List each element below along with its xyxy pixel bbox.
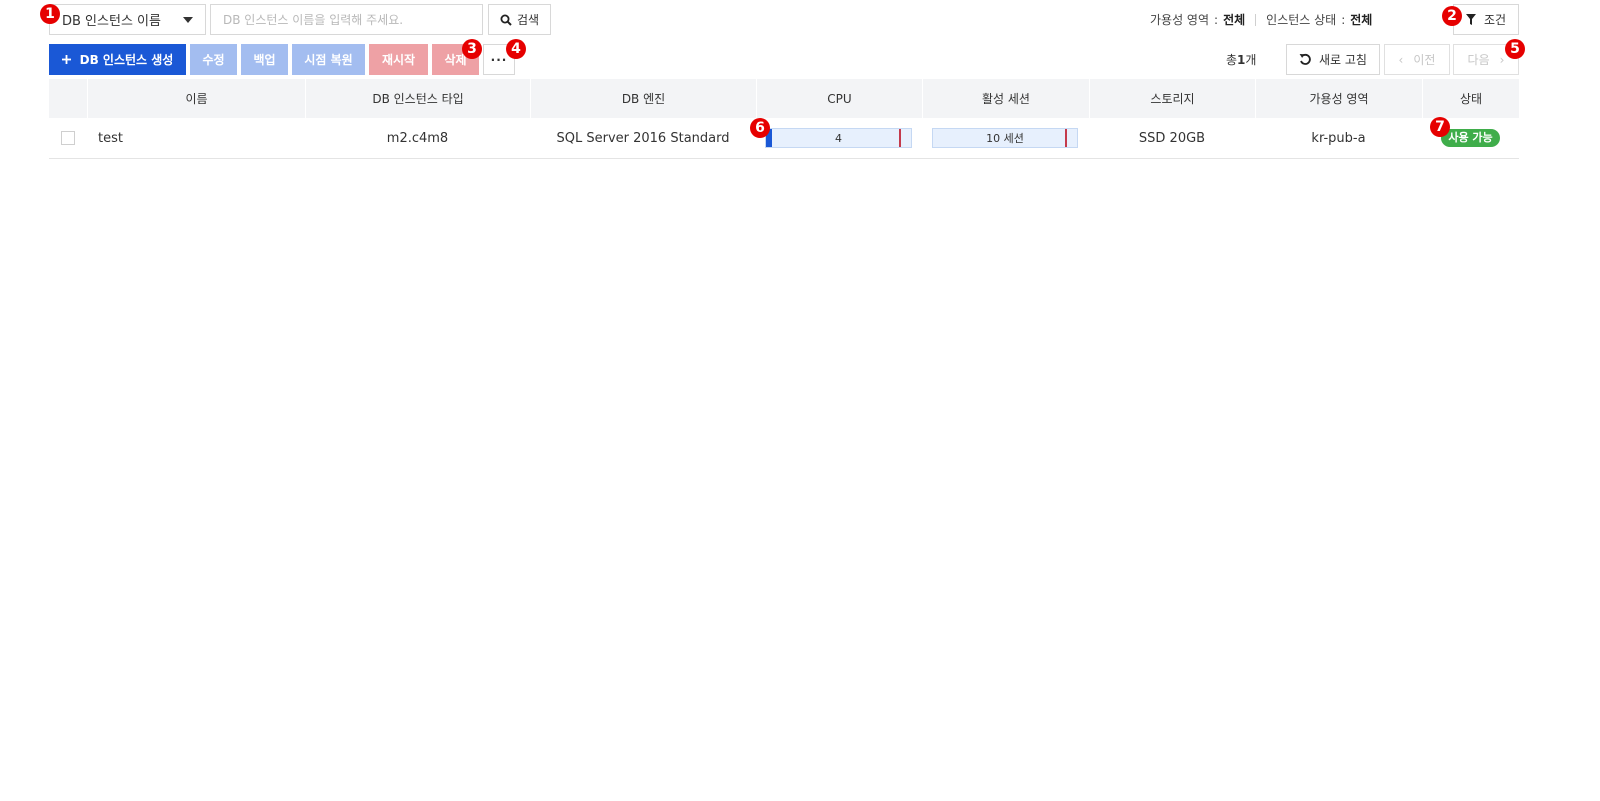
prev-page-button[interactable]: ‹ 이전 (1384, 44, 1450, 75)
status-filter-value: 전체 (1350, 13, 1373, 27)
header-cpu[interactable]: CPU (756, 79, 922, 118)
refresh-button[interactable]: 새로 고침 (1286, 44, 1380, 75)
zone-filter-value: 전체 (1223, 13, 1246, 27)
edit-button[interactable]: 수정 (190, 44, 237, 75)
marker-4: 4 (506, 39, 526, 59)
next-label: 다음 (1467, 53, 1490, 67)
filter-icon (1465, 14, 1476, 25)
sessions-gauge: 10 세션 (932, 128, 1078, 148)
zone-filter-label: 가용성 영역 (1150, 13, 1210, 27)
header-type[interactable]: DB 인스턴스 타입 (305, 79, 530, 118)
total-prefix: 총 (1226, 53, 1238, 67)
marker-2: 2 (1442, 6, 1462, 26)
refresh-label: 새로 고침 (1319, 53, 1367, 67)
cpu-gauge: 4 (765, 128, 912, 148)
filter-summary: 가용성 영역 : 전체 인스턴스 상태 : 전체 (1150, 4, 1372, 35)
edit-button-label: 수정 (202, 53, 225, 67)
sessions-threshold-marker (1065, 129, 1068, 147)
colon: : (1214, 12, 1219, 27)
header-status[interactable]: 상태 (1422, 79, 1519, 118)
status-filter-label: 인스턴스 상태 (1266, 13, 1337, 27)
marker-5: 5 (1505, 39, 1525, 59)
search-button[interactable]: 검색 (488, 4, 551, 35)
marker-7: 7 (1430, 117, 1450, 137)
instance-zone: kr-pub-a (1311, 130, 1366, 146)
prev-label: 이전 (1413, 53, 1436, 67)
instance-name[interactable]: test (98, 118, 123, 158)
restart-button-label: 재시작 (381, 53, 416, 67)
header-sessions[interactable]: 활성 세션 (922, 79, 1089, 118)
backup-button-label: 백업 (253, 53, 276, 67)
status-badge: 사용 가능 (1441, 129, 1500, 147)
cpu-value: 4 (835, 131, 842, 145)
header-select (49, 79, 87, 118)
row-checkbox[interactable] (61, 131, 75, 145)
create-instance-label: DB 인스턴스 생성 (79, 53, 174, 67)
table-row[interactable]: test m2.c4m8 SQL Server 2016 Standard 4 … (49, 118, 1519, 159)
backup-button[interactable]: 백업 (241, 44, 288, 75)
divider (1255, 13, 1257, 26)
marker-6: 6 (750, 118, 770, 138)
chevron-left-icon: ‹ (1398, 52, 1404, 67)
condition-button[interactable]: 조건 (1453, 4, 1519, 35)
header-storage[interactable]: 스토리지 (1089, 79, 1255, 118)
header-name[interactable]: 이름 (87, 79, 305, 118)
total-count: 총 1 개 (1226, 44, 1256, 75)
chevron-right-icon: › (1499, 52, 1505, 67)
sessions-value: 10 세션 (986, 132, 1024, 145)
colon: : (1341, 12, 1346, 27)
instance-engine: SQL Server 2016 Standard (556, 130, 730, 146)
marker-1: 1 (40, 4, 60, 24)
total-suffix: 개 (1245, 53, 1257, 67)
caret-down-icon (183, 17, 193, 23)
marker-3: 3 (462, 39, 482, 59)
restart-button[interactable]: 재시작 (369, 44, 428, 75)
create-instance-button[interactable]: DB 인스턴스 생성 (49, 44, 186, 75)
restore-button-label: 시점 복원 (304, 53, 353, 67)
refresh-icon (1299, 53, 1311, 65)
search-button-label: 검색 (516, 13, 540, 27)
restore-button[interactable]: 시점 복원 (292, 44, 365, 75)
total-number: 1 (1237, 52, 1246, 67)
cpu-threshold-marker (899, 129, 902, 147)
condition-button-label: 조건 (1483, 13, 1507, 27)
search-type-label: DB 인스턴스 이름 (62, 14, 161, 29)
instance-storage: SSD 20GB (1138, 130, 1206, 146)
header-zone[interactable]: 가용성 영역 (1255, 79, 1422, 118)
table-header: 이름 DB 인스턴스 타입 DB 엔진 CPU 활성 세션 스토리지 가용성 영… (49, 79, 1519, 118)
search-type-select[interactable]: DB 인스턴스 이름 (49, 4, 206, 35)
plus-icon (61, 55, 71, 64)
header-engine[interactable]: DB 엔진 (530, 79, 756, 118)
more-button-label: ··· (490, 52, 508, 67)
search-input[interactable] (210, 4, 483, 35)
instance-type: m2.c4m8 (386, 130, 449, 146)
search-icon (500, 14, 512, 26)
